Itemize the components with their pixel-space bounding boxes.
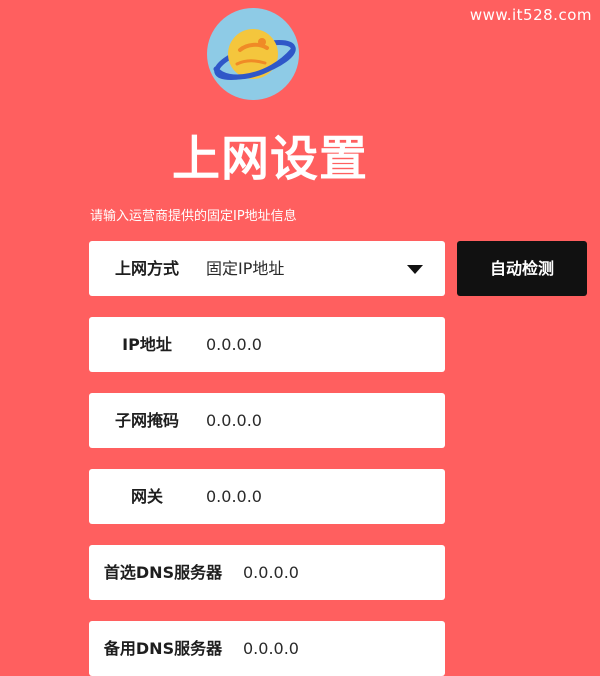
instruction-text: 请输入运营商提供的固定IP地址信息 [90,209,297,224]
connection-type-label: 上网方式 [114,259,179,278]
auto-detect-button[interactable]: 自动检测 [457,241,587,296]
page-title: 上网设置 [172,131,369,187]
ip-address-label: IP地址 [122,335,172,354]
ip-address-field[interactable]: IP地址 0.0.0.0 [89,317,445,372]
chevron-down-icon[interactable] [407,265,423,274]
subnet-mask-input[interactable]: 0.0.0.0 [206,393,262,448]
gateway-input[interactable]: 0.0.0.0 [206,469,262,524]
ip-address-input[interactable]: 0.0.0.0 [206,317,262,372]
primary-dns-input[interactable]: 0.0.0.0 [243,545,299,600]
gateway-field[interactable]: 网关 0.0.0.0 [89,469,445,524]
connection-type-select[interactable]: 上网方式 固定IP地址 [89,241,445,296]
subnet-mask-label: 子网掩码 [114,411,179,430]
secondary-dns-field[interactable]: 备用DNS服务器 0.0.0.0 [89,621,445,676]
secondary-dns-label: 备用DNS服务器 [103,639,223,658]
connection-type-value: 固定IP地址 [206,259,285,278]
subnet-mask-field[interactable]: 子网掩码 0.0.0.0 [89,393,445,448]
primary-dns-field[interactable]: 首选DNS服务器 0.0.0.0 [89,545,445,600]
primary-dns-label: 首选DNS服务器 [103,563,223,582]
planet-logo-icon [207,8,299,100]
secondary-dns-input[interactable]: 0.0.0.0 [243,621,299,676]
watermark: www.it528.com [469,6,592,24]
gateway-label: 网关 [130,487,163,506]
